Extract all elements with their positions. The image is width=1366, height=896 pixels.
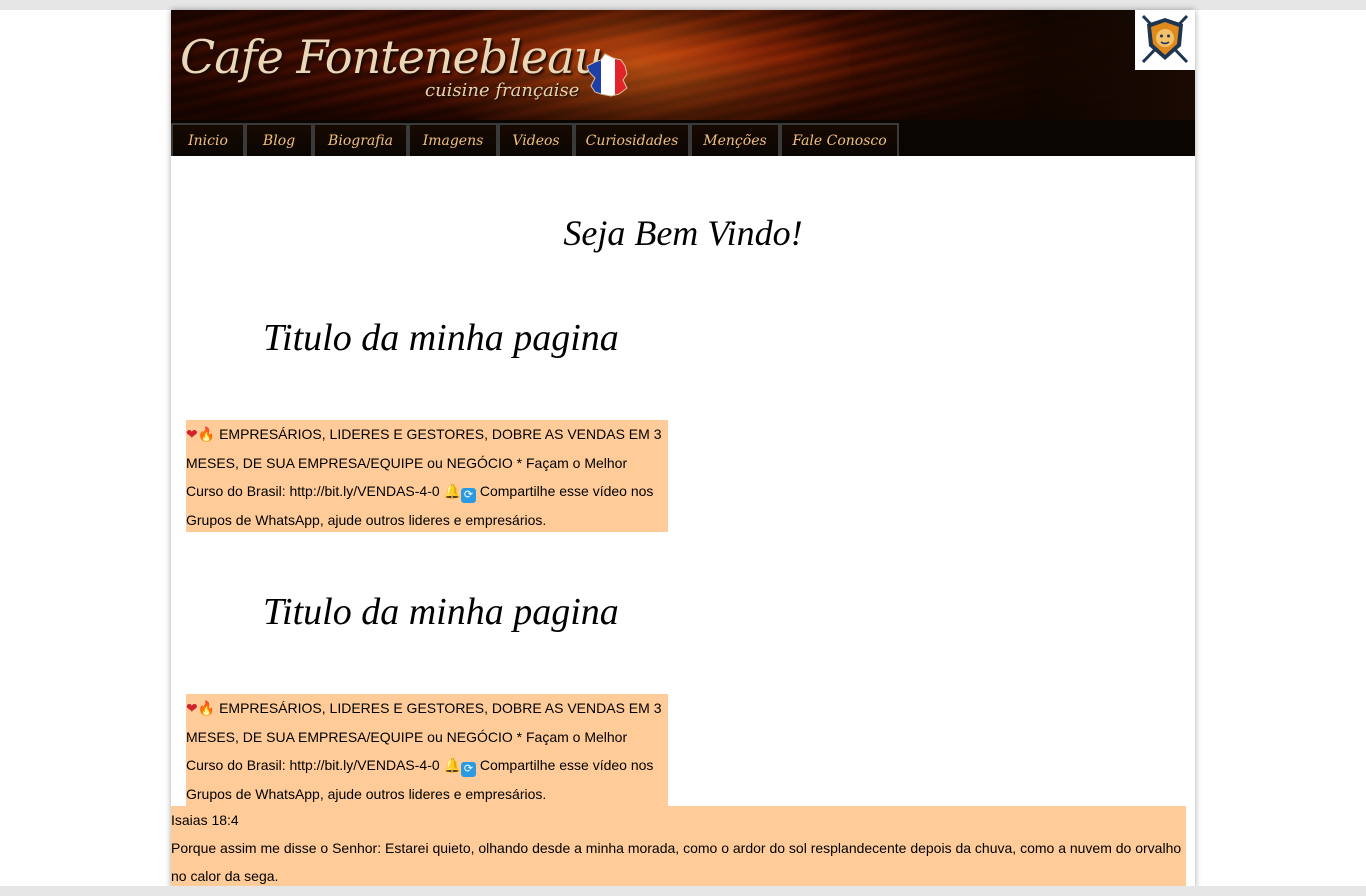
nav-item-blog[interactable]: Blog [245,123,313,156]
post-title: Titulo da minha pagina [263,591,619,633]
verse-section: Isaias 18:4 Porque assim me disse o Senh… [171,806,1186,890]
post-body: ❤🔥 EMPRESÁRIOS, LIDERES E GESTORES, DOBR… [186,694,668,806]
site-brand-title[interactable]: Cafe Fontenebleau [180,30,603,84]
browser-bottom-strip [0,886,1366,896]
nav-item-inicio[interactable]: Inicio [171,123,245,156]
nav-item-imagens[interactable]: Imagens [408,123,498,156]
repeat-icon: ⟳ [460,762,476,777]
welcome-heading: Seja Bem Vindo! [563,213,803,253]
nav-label: Blog [262,132,296,149]
nav-item-videos[interactable]: Videos [498,123,574,156]
fire-icon: 🔥 [197,427,216,443]
bell-icon: 🔔 [443,484,461,500]
browser-top-strip [0,0,1366,10]
site-brand-subtitle: cuisine française [425,80,580,101]
nav-label: Videos [512,132,560,149]
nav-label: Inicio [188,132,228,149]
repeat-icon: ⟳ [460,488,476,503]
post-body: ❤🔥 EMPRESÁRIOS, LIDERES E GESTORES, DOBR… [186,420,668,532]
nav-label: Biografia [328,132,393,149]
nav-label: Menções [703,132,767,149]
post-title: Titulo da minha pagina [263,317,619,359]
heart-icon: ❤ [186,427,198,443]
nav-item-fale-conosco[interactable]: Fale Conosco [780,123,899,156]
heart-icon: ❤ [186,701,198,717]
lion-shield-badge-icon [1141,14,1189,64]
bell-icon: 🔔 [443,758,461,774]
nav-item-biografia[interactable]: Biografia [313,123,408,156]
nav-label: Imagens [422,132,484,149]
main-navigation: Inicio Blog Biografia Imagens Videos Cur… [171,120,1195,156]
nav-label: Fale Conosco [792,132,887,149]
verse-reference: Isaias 18:4 [171,812,239,828]
verse-text: Porque assim me disse o Senhor: Estarei … [171,840,1182,884]
page-container: Cafe Fontenebleau cuisine française Inic… [171,10,1195,890]
nav-item-mencoes[interactable]: Menções [690,123,780,156]
lion-shield-badge[interactable] [1135,10,1195,70]
site-header: Cafe Fontenebleau cuisine française [171,10,1195,120]
france-map-flag-icon [586,53,628,97]
fire-icon: 🔥 [197,701,216,717]
nav-item-curiosidades[interactable]: Curiosidades [574,123,690,156]
nav-label: Curiosidades [585,132,679,149]
